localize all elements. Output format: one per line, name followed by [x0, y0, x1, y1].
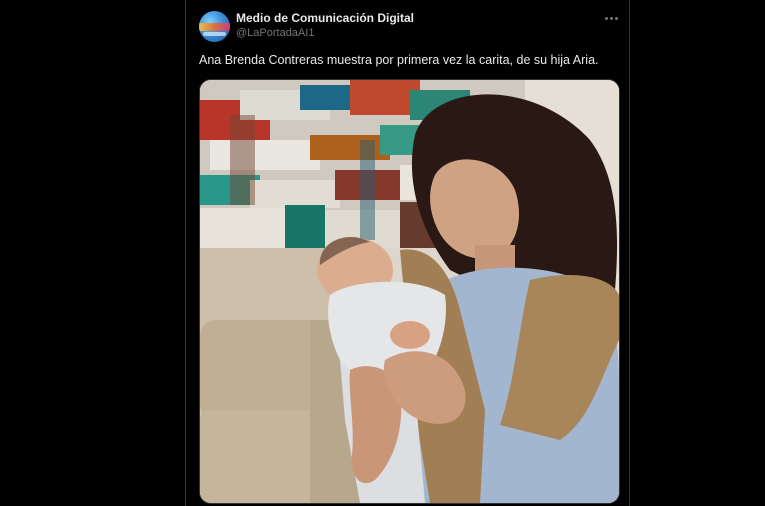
tweet-photo[interactable]: [199, 79, 620, 504]
more-options-icon[interactable]: [600, 9, 622, 27]
dot: [604, 16, 608, 20]
avatar-band: [199, 23, 230, 31]
screen: Medio de Comunicación Digital @LaPortada…: [0, 0, 765, 506]
dot: [614, 16, 618, 20]
author-handle[interactable]: @LaPortadaAI1: [236, 27, 314, 39]
avatar[interactable]: [199, 11, 230, 42]
photo-shade: [200, 80, 619, 503]
tweet-card[interactable]: Medio de Comunicación Digital @LaPortada…: [185, 0, 630, 506]
tweet-text: Ana Brenda Contreras muestra por primera…: [199, 53, 599, 67]
photo-illustration: [200, 80, 619, 503]
author-display-name[interactable]: Medio de Comunicación Digital: [236, 11, 414, 25]
avatar-band-secondary: [203, 32, 226, 36]
dot: [609, 16, 613, 20]
